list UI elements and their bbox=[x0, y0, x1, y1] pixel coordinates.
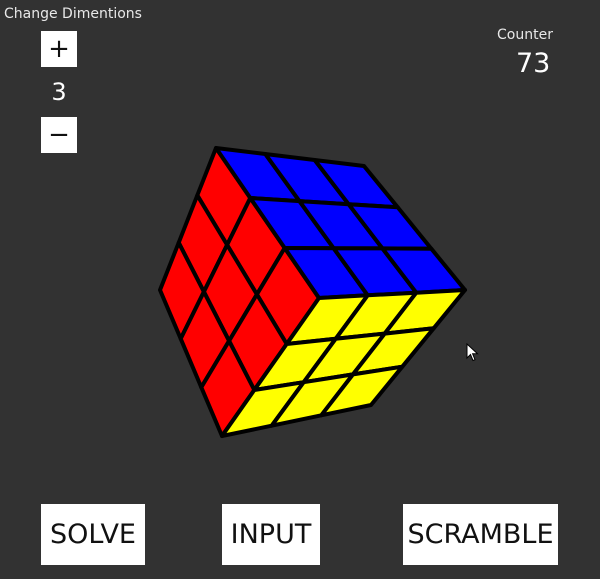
mouse-pointer-icon bbox=[466, 343, 479, 362]
input-button[interactable]: INPUT bbox=[222, 504, 320, 565]
scramble-button[interactable]: SCRAMBLE bbox=[403, 504, 558, 565]
solve-button[interactable]: SOLVE bbox=[41, 504, 145, 565]
rubiks-cube-view[interactable] bbox=[0, 0, 600, 579]
